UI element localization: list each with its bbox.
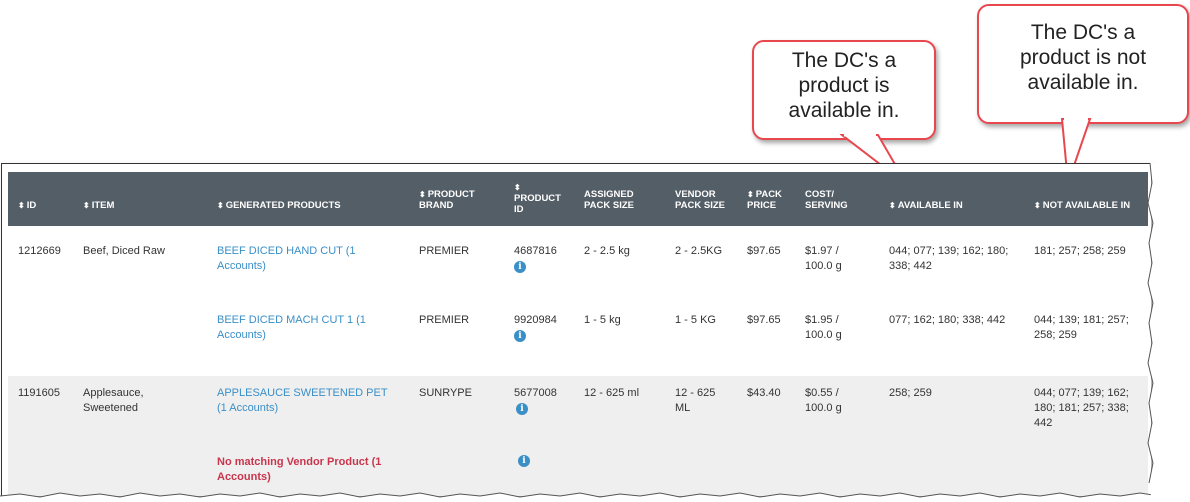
callout-available-text: The DC's a product is available in.	[788, 49, 900, 122]
product-brand: PREMIER	[419, 314, 470, 326]
col-header-pack-price[interactable]: ⬍ PACK PRICE	[747, 189, 792, 211]
product-id: 9920984 i	[514, 314, 557, 342]
table-row-group: 1212669 Beef, Diced Raw BEEF DICED HAND …	[8, 234, 1148, 374]
not-available-in: 044; 077; 139; 162; 180; 181; 257; 338; …	[1034, 387, 1129, 429]
col-header-cost-serving: COST/ SERVING	[805, 189, 848, 211]
available-in: 044; 077; 139; 162; 180; 338; 442	[889, 245, 1009, 272]
sort-icon: ⬍	[419, 190, 426, 199]
col-header-generated-products[interactable]: ⬍ GENERATED PRODUCTS	[217, 200, 341, 211]
row-item: Applesauce, Sweetened	[83, 387, 144, 414]
sort-icon: ⬍	[514, 183, 521, 192]
sort-icon: ⬍	[747, 190, 754, 199]
sort-icon: ⬍	[1034, 201, 1041, 210]
product-id: 5677008 i	[514, 387, 557, 415]
col-header-id[interactable]: ⬍ ID	[18, 200, 36, 211]
callout-not-available-in: The DC's a product is not available in.	[977, 4, 1189, 124]
generated-product-link[interactable]: BEEF DICED HAND CUT (1 Accounts)	[217, 244, 377, 274]
row-id: 1191605	[18, 387, 61, 399]
assigned-pack-size: 2 - 2.5 kg	[584, 245, 630, 257]
table-header: ⬍ ID ⬍ ITEM ⬍ GENERATED PRODUCTS ⬍ PRODUCT B…	[8, 172, 1148, 226]
table-row-group: 1191605 Applesauce, Sweetened APPLESAUCE…	[8, 376, 1148, 496]
pack-price: $97.65	[747, 245, 781, 257]
generated-product-link[interactable]: APPLESAUCE SWEETENED PET (1 Accounts)	[217, 386, 397, 416]
torn-edge	[0, 492, 1190, 502]
available-in: 077; 162; 180; 338; 442	[889, 314, 1006, 326]
row-item: Beef, Diced Raw	[83, 245, 165, 257]
vendor-pack-size: 12 - 625 ML	[675, 387, 716, 414]
sort-icon: ⬍	[217, 201, 224, 210]
generated-product-link[interactable]: BEEF DICED MACH CUT 1 (1 Accounts)	[217, 313, 377, 343]
row-id: 1212669	[18, 245, 61, 257]
info-icon[interactable]: i	[514, 330, 526, 342]
vendor-pack-size: 2 - 2.5KG	[675, 245, 723, 257]
vendor-pack-size: 1 - 5 KG	[675, 314, 716, 326]
col-header-not-available-in[interactable]: ⬍ NOT AVAILABLE IN	[1034, 200, 1130, 211]
cost-serving: $1.95 / 100.0 g	[805, 314, 842, 341]
no-matching-vendor-product: No matching Vendor Product (1 Accounts)	[217, 456, 382, 483]
product-id: i	[518, 453, 530, 468]
not-available-in: 181; 257; 258; 259	[1034, 245, 1126, 257]
info-icon[interactable]: i	[516, 403, 528, 415]
assigned-pack-size: 12 - 625 ml	[584, 387, 640, 399]
info-icon[interactable]: i	[518, 455, 530, 467]
col-header-assigned-pack-size: ASSIGNED PACK SIZE	[584, 189, 634, 211]
col-header-item[interactable]: ⬍ ITEM	[83, 200, 114, 211]
col-header-product-brand[interactable]: ⬍ PRODUCT BRAND	[419, 189, 489, 211]
products-table-panel: ⬍ ID ⬍ ITEM ⬍ GENERATED PRODUCTS ⬍ PRODUCT B…	[1, 163, 1151, 496]
product-brand: PREMIER	[419, 245, 470, 257]
callout-not-available-text: The DC's a product is not available in.	[1019, 21, 1147, 94]
torn-edge-right	[1147, 163, 1190, 502]
col-header-product-id[interactable]: ⬍ PRODUCT ID	[514, 182, 569, 215]
sort-icon: ⬍	[889, 201, 896, 210]
not-available-in: 044; 139; 181; 257; 258; 259	[1034, 314, 1129, 341]
pack-price: $97.65	[747, 314, 781, 326]
info-icon[interactable]: i	[514, 261, 526, 273]
col-header-vendor-pack-size: VENDOR PACK SIZE	[675, 189, 725, 211]
product-id: 4687816 i	[514, 245, 557, 273]
callout-available-in: The DC's a product is available in.	[752, 40, 936, 140]
product-brand: SUNRYPE	[419, 387, 472, 399]
available-in: 258; 259	[889, 387, 932, 399]
assigned-pack-size: 1 - 5 kg	[584, 314, 621, 326]
sort-icon: ⬍	[83, 201, 90, 210]
cost-serving: $1.97 / 100.0 g	[805, 245, 842, 272]
sort-icon: ⬍	[18, 201, 25, 210]
pack-price: $43.40	[747, 387, 781, 399]
col-header-available-in[interactable]: ⬍ AVAILABLE IN	[889, 200, 963, 211]
cost-serving: $0.55 / 100.0 g	[805, 387, 842, 414]
